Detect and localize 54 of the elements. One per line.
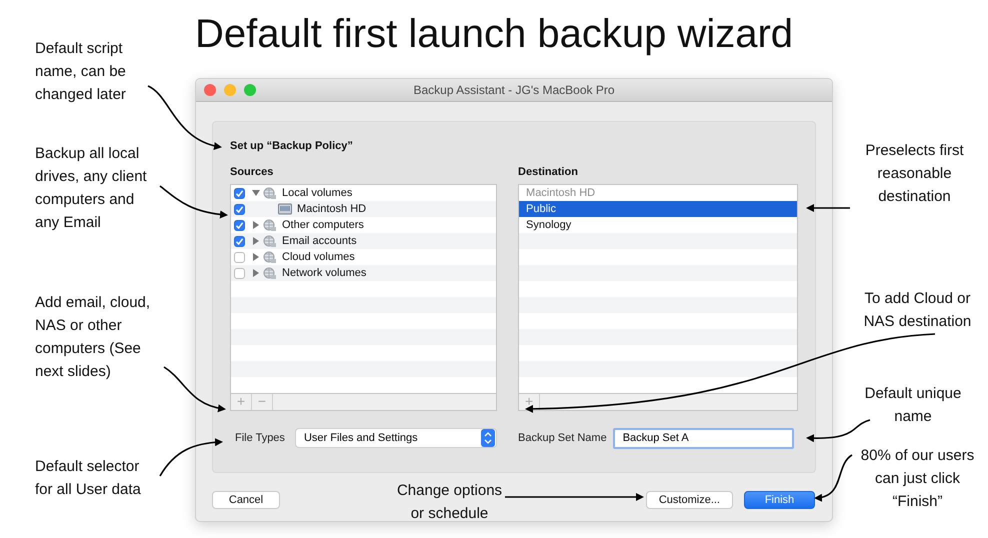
- arrow: [806, 204, 850, 212]
- globe-icon: [263, 250, 277, 264]
- annotation-text: To add Cloud or NAS destination: [862, 289, 972, 332]
- globe-icon: [263, 218, 277, 232]
- source-item[interactable]: Network volumes: [282, 267, 366, 279]
- checkbox[interactable]: [234, 188, 245, 198]
- window-title: Backup Assistant - JG's MacBook Pro: [413, 83, 615, 97]
- annotation-text: Backup all local drives, any client computers and any Email: [35, 144, 148, 233]
- source-item[interactable]: Email accounts: [282, 235, 357, 247]
- annotation-text: 80% of our users can just click “Finish”: [860, 446, 976, 512]
- globe-icon: [263, 266, 277, 280]
- annotation-text: Change options or schedule: [396, 481, 504, 524]
- destination-item[interactable]: Public: [519, 201, 797, 217]
- section-heading: Set up “Backup Policy”: [230, 140, 354, 154]
- checkbox[interactable]: [234, 204, 245, 214]
- destination-item[interactable]: Synology: [519, 217, 797, 233]
- arrow: [164, 366, 226, 412]
- checkbox[interactable]: [234, 236, 245, 246]
- source-item[interactable]: Other computers: [282, 219, 364, 231]
- checkbox[interactable]: [234, 220, 245, 230]
- disclosure-triangle-icon[interactable]: [252, 253, 260, 261]
- annotation-text: Add email, cloud, NAS or other computers (See next slides): [35, 293, 152, 382]
- disclosure-triangle-icon[interactable]: [252, 221, 260, 229]
- dialog-button[interactable]: Customize...: [646, 491, 733, 509]
- annotation-text: Default unique name: [864, 384, 962, 427]
- slide-title: Default first launch backup wizard: [194, 11, 794, 58]
- source-item[interactable]: Cloud volumes: [282, 251, 355, 263]
- hard-drive-icon: [278, 203, 292, 215]
- checkbox[interactable]: [234, 252, 245, 262]
- arrow: [160, 185, 228, 218]
- backup-set-name-field[interactable]: Backup Set A: [612, 428, 794, 448]
- annotation-text: Default selector for all User data: [35, 457, 142, 500]
- file-types-label: File Types: [235, 432, 285, 444]
- dialog-button[interactable]: Cancel: [212, 491, 280, 509]
- file-types-dropdown[interactable]: User Files and Settings: [294, 428, 498, 448]
- arrow: [159, 438, 223, 476]
- source-item[interactable]: Local volumes: [282, 187, 352, 199]
- disclosure-triangle-icon[interactable]: [252, 189, 260, 197]
- arrow: [814, 454, 852, 502]
- globe-icon: [263, 186, 277, 200]
- sources-label: Sources: [230, 166, 274, 180]
- source-item[interactable]: Macintosh HD: [297, 203, 366, 215]
- finish-button[interactable]: Finish: [744, 491, 815, 509]
- destination-label: Destination: [518, 166, 579, 180]
- checkbox[interactable]: [234, 268, 245, 278]
- globe-icon: [263, 234, 277, 248]
- backup-set-name-label: Backup Set Name: [518, 432, 607, 444]
- close-icon[interactable]: [204, 84, 216, 96]
- disclosure-triangle-icon[interactable]: [252, 269, 260, 277]
- arrow: [806, 419, 870, 442]
- stepper-icon: [481, 429, 496, 447]
- annotation-text: Default script name, can be changed later: [35, 39, 127, 105]
- disclosure-triangle-icon[interactable]: [252, 237, 260, 245]
- annotation-text: Preselects first reasonable destination: [864, 141, 965, 207]
